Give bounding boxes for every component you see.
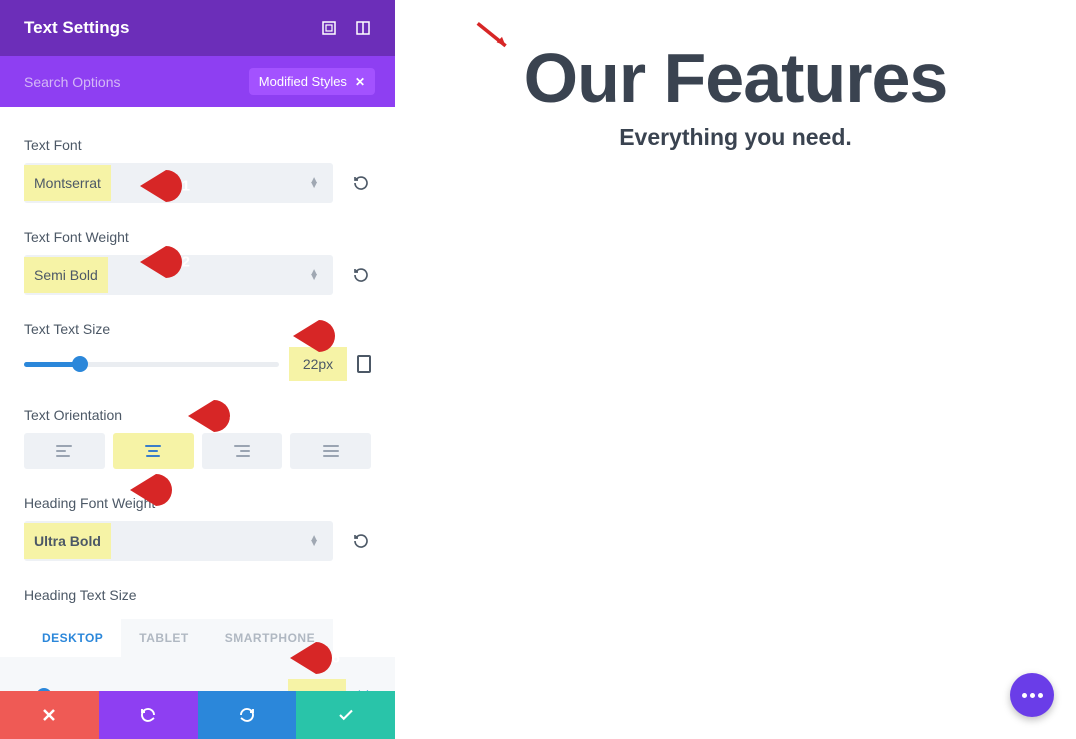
chevron-updown-icon: ▲▼ [309, 536, 319, 546]
panel-footer [0, 691, 395, 739]
value-font-weight: Semi Bold [24, 257, 108, 293]
panel-subheader: Search Options Modified Styles ✕ [0, 56, 395, 107]
reset-icon[interactable] [351, 173, 371, 193]
modified-styles-label: Modified Styles [259, 74, 347, 89]
align-right-button[interactable] [202, 433, 283, 469]
align-center-button[interactable] [113, 433, 194, 469]
field-heading-weight: Heading Font Weight Ultra Bold ▲▼ [24, 495, 371, 561]
preview-subtitle: Everything you need. [435, 124, 1036, 151]
undo-button[interactable] [99, 691, 198, 739]
panel-body: Text Font Montserrat ▲▼ Text Font Weight… [0, 107, 395, 691]
label-text-size: Text Text Size [24, 321, 371, 337]
search-options-label[interactable]: Search Options [24, 74, 121, 90]
fab-more-button[interactable] [1010, 673, 1054, 717]
tab-desktop[interactable]: DESKTOP [24, 619, 121, 657]
label-heading-weight: Heading Font Weight [24, 495, 371, 511]
field-heading-size: Heading Text Size DESKTOP TABLET SMARTPH… [24, 587, 371, 691]
input-heading-size[interactable] [288, 679, 346, 691]
save-button[interactable] [296, 691, 395, 739]
close-icon[interactable]: ✕ [355, 75, 365, 89]
preview-pane: Our Features Everything you need. [395, 0, 1076, 739]
select-text-font[interactable]: Montserrat ▲▼ [24, 163, 333, 203]
align-left-button[interactable] [24, 433, 105, 469]
field-text-size: Text Text Size [24, 321, 371, 381]
preview-heading: Our Features [435, 38, 1036, 118]
label-text-font: Text Font [24, 137, 371, 153]
more-icon [1022, 693, 1043, 698]
label-heading-size: Heading Text Size [24, 587, 371, 603]
device-tabs: DESKTOP TABLET SMARTPHONE [24, 619, 371, 657]
label-font-weight: Text Font Weight [24, 229, 371, 245]
device-icon[interactable] [357, 355, 371, 373]
modified-styles-tag[interactable]: Modified Styles ✕ [249, 68, 375, 95]
arrow-annotation-icon [475, 20, 511, 52]
settings-panel: Text Settings Search Options Modified St… [0, 0, 395, 739]
reset-icon[interactable] [351, 265, 371, 285]
panel-header: Text Settings [0, 0, 395, 56]
label-orientation: Text Orientation [24, 407, 371, 423]
header-icons [321, 20, 371, 36]
layout-icon[interactable] [355, 20, 371, 36]
value-text-font: Montserrat [24, 165, 111, 201]
chevron-updown-icon: ▲▼ [309, 270, 319, 280]
reset-icon[interactable] [351, 531, 371, 551]
field-orientation: Text Orientation [24, 407, 371, 469]
redo-button[interactable] [198, 691, 297, 739]
tab-smartphone[interactable]: SMARTPHONE [207, 619, 333, 657]
value-heading-weight: Ultra Bold [24, 523, 111, 559]
field-text-font: Text Font Montserrat ▲▼ [24, 137, 371, 203]
select-heading-weight[interactable]: Ultra Bold ▲▼ [24, 521, 333, 561]
slider-text-size[interactable] [24, 362, 279, 367]
chevron-updown-icon: ▲▼ [309, 178, 319, 188]
cancel-button[interactable] [0, 691, 99, 739]
expand-icon[interactable] [321, 20, 337, 36]
select-font-weight[interactable]: Semi Bold ▲▼ [24, 255, 333, 295]
panel-title: Text Settings [24, 18, 129, 38]
align-justify-button[interactable] [290, 433, 371, 469]
tab-tablet[interactable]: TABLET [121, 619, 206, 657]
input-text-size[interactable] [289, 347, 347, 381]
field-font-weight: Text Font Weight Semi Bold ▲▼ [24, 229, 371, 295]
